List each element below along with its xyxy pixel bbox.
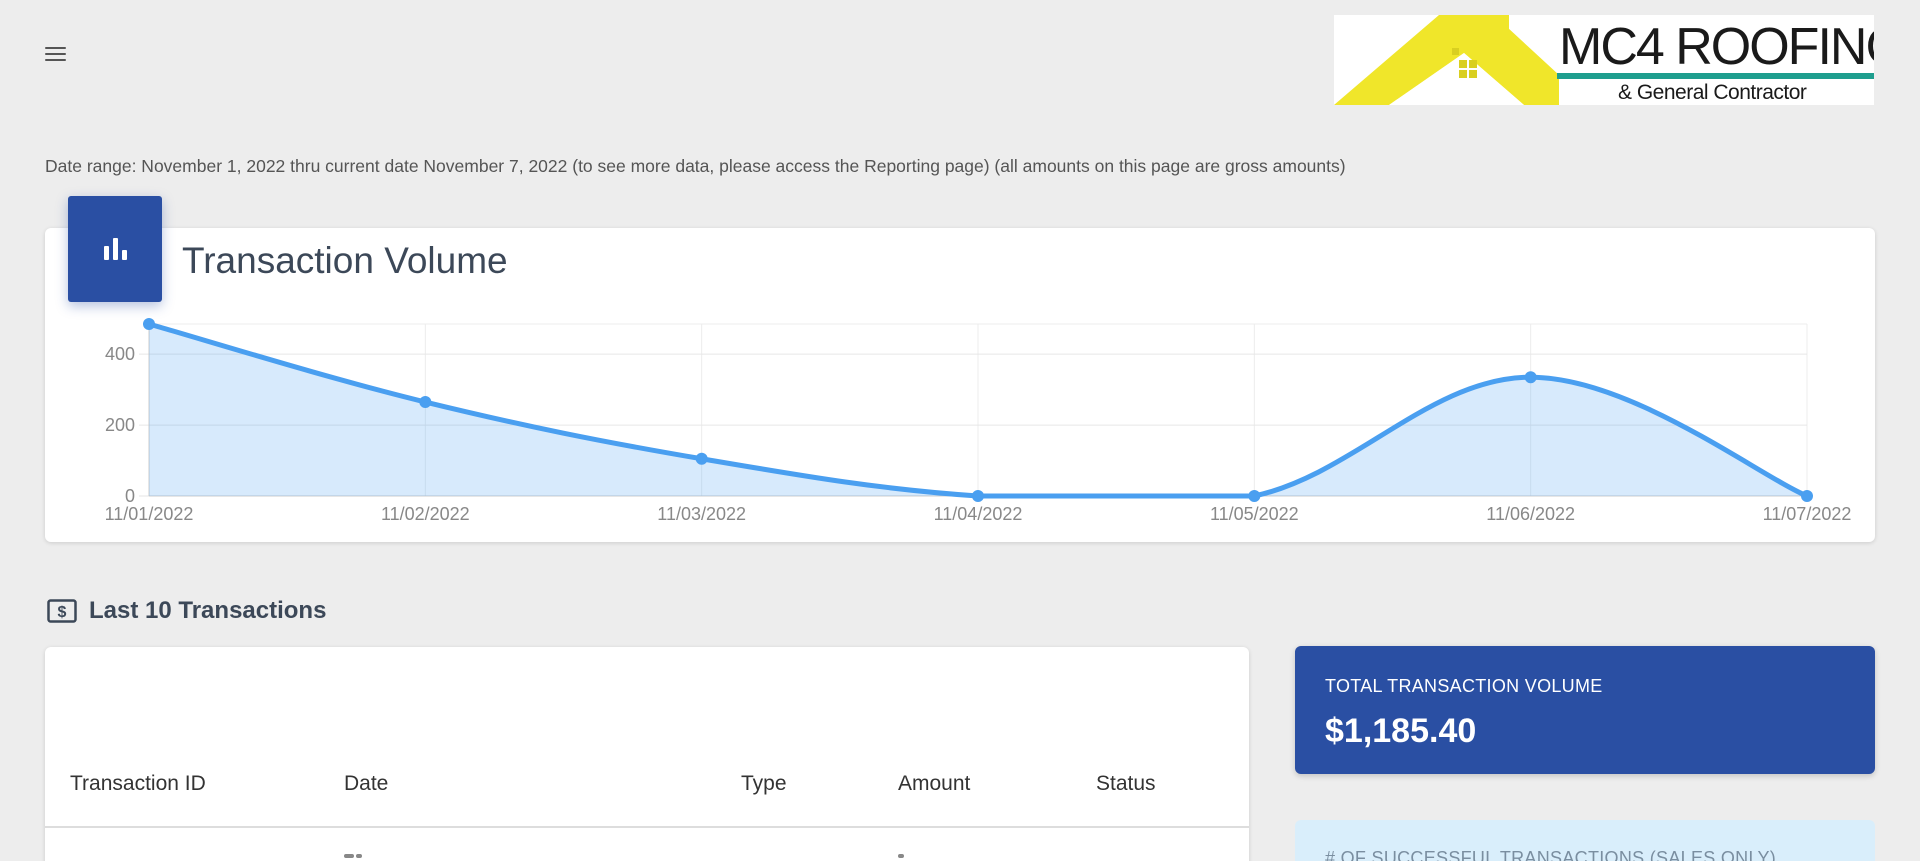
hamburger-menu-icon[interactable]: [38, 40, 72, 68]
date-range-note: Date range: November 1, 2022 thru curren…: [45, 156, 1346, 176]
logo-title: MC4 ROOFING: [1559, 18, 1874, 76]
successful-transactions-label: # OF SUCCESSFUL TRANSACTIONS (SALES ONLY…: [1325, 848, 1777, 861]
section-title: Last 10 Transactions: [89, 597, 327, 624]
y-tick-label: 200: [105, 415, 135, 435]
x-tick-label: 11/03/2022: [657, 504, 746, 524]
x-tick-label: 11/01/2022: [105, 504, 194, 524]
svg-text:$: $: [58, 604, 67, 621]
table-header-row: Transaction ID Date Type Amount Status: [45, 772, 1249, 828]
column-header-type[interactable]: Type: [741, 772, 787, 796]
cell-fragment: [344, 854, 354, 858]
column-header-date[interactable]: Date: [344, 772, 388, 796]
logo-underline: [1557, 73, 1874, 79]
data-point: [695, 452, 708, 465]
column-header-amount[interactable]: Amount: [898, 772, 970, 796]
column-header-transaction-id[interactable]: Transaction ID: [70, 772, 206, 796]
x-tick-label: 11/06/2022: [1486, 504, 1575, 524]
x-tick-label: 11/04/2022: [934, 504, 1023, 524]
transactions-table: Transaction ID Date Type Amount Status: [45, 647, 1249, 861]
data-point: [1248, 490, 1261, 502]
transaction-volume-chart: 0 200 400 11/01/2022 11/02/2022 11/03/2022 11/…: [105, 318, 1852, 524]
logo-subtitle: & General Contractor: [1618, 81, 1807, 104]
table-row[interactable]: [45, 828, 1249, 861]
data-point: [972, 490, 984, 502]
chart-title: Transaction Volume: [182, 240, 508, 281]
data-point: [419, 396, 432, 409]
cell-fragment: [898, 854, 904, 858]
column-header-status[interactable]: Status: [1096, 772, 1156, 796]
x-tick-label: 11/07/2022: [1763, 504, 1852, 524]
y-tick-label: 400: [105, 344, 135, 364]
last-transactions-header: $ Last 10 Transactions: [47, 597, 326, 625]
x-tick-label: 11/02/2022: [381, 504, 470, 524]
total-volume-value: $1,185.40: [1325, 712, 1477, 750]
x-tick-label: 11/05/2022: [1210, 504, 1299, 524]
cell-fragment: [356, 854, 362, 858]
company-logo: MC4 ROOFING & General Contractor: [1334, 15, 1874, 105]
data-point: [1524, 371, 1537, 384]
y-tick-label: 0: [125, 486, 135, 506]
successful-transactions-card: # OF SUCCESSFUL TRANSACTIONS (SALES ONLY…: [1295, 820, 1875, 861]
bar-chart-icon: [68, 196, 162, 302]
data-point: [1801, 490, 1813, 502]
total-volume-label: TOTAL TRANSACTION VOLUME: [1325, 676, 1603, 696]
total-volume-card: TOTAL TRANSACTION VOLUME $1,185.40: [1295, 646, 1875, 774]
data-point: [143, 318, 155, 330]
money-bill-icon: $: [47, 599, 77, 623]
